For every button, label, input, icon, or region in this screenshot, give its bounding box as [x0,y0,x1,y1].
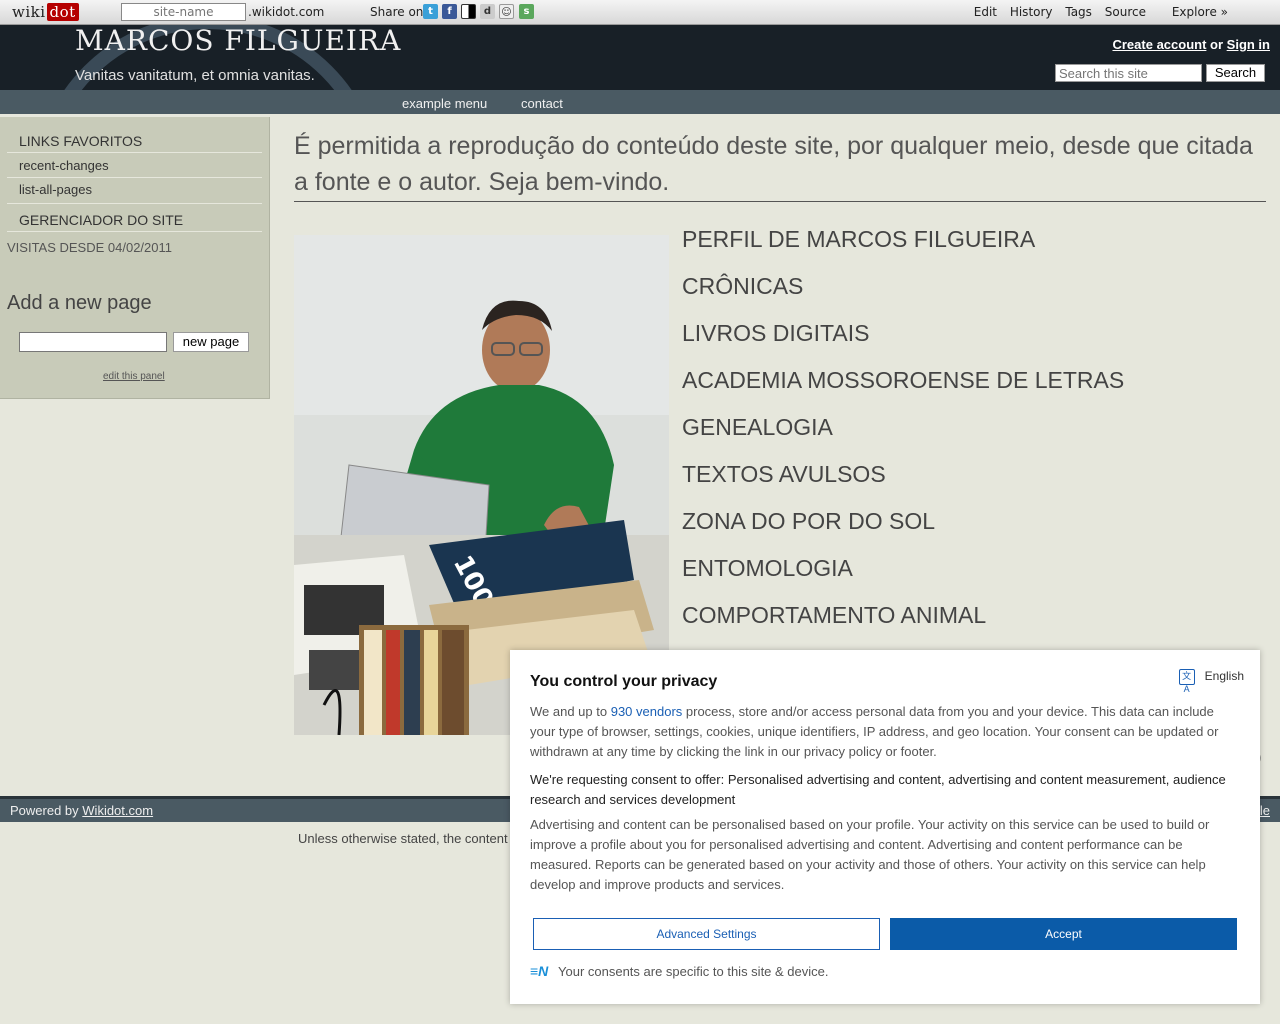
add-page-title: Add a new page [7,292,152,314]
site-subtitle: Vanitas vanitatum, et omnia vanitas. [75,67,315,84]
site-title[interactable]: MARCOS FILGUEIRA [75,25,401,57]
page-options-nav: Edit History Tags Source Explore » [965,5,1228,19]
top-menu: example menu contact [0,90,1280,114]
stumbleupon-icon[interactable]: s [519,4,534,19]
facebook-icon[interactable]: f [442,4,457,19]
vendors-link[interactable]: 930 vendors [611,704,683,719]
menu-item-perfil[interactable]: PERFIL DE MARCOS FILGUEIRA [682,226,1035,253]
accept-button[interactable]: Accept [890,918,1237,950]
links-heading[interactable]: LINKS FAVORITOS [19,133,142,149]
twitter-icon[interactable]: t [423,4,438,19]
menu-item-contact[interactable]: contact [521,96,563,111]
history-link[interactable]: History [1010,5,1053,19]
menu-item-comportamento-animal[interactable]: COMPORTAMENTO ANIMAL [682,602,986,629]
sidebar-item-list-all-pages[interactable]: list-all-pages [19,182,92,197]
license-text: Unless otherwise stated, the content o [298,831,519,846]
sign-in-link[interactable]: Sign in [1227,37,1270,52]
privacy-text: We and up to [530,704,611,719]
menu-item-cronicas[interactable]: CRÔNICAS [682,273,803,300]
menu-item-livros-digitais[interactable]: LIVROS DIGITAIS [682,320,869,347]
translate-icon: 文A [1178,669,1195,694]
explore-link[interactable]: Explore » [1172,5,1228,19]
divider [7,203,262,204]
powered-by-label: Powered by [10,803,79,818]
divider [7,152,262,153]
source-link[interactable]: Source [1105,5,1146,19]
divider [7,177,262,178]
menu-item-academia[interactable]: ACADEMIA MOSSOROENSE DE LETRAS [682,367,1124,394]
visit-counter-label: VISITAS DESDE 04/02/2011 [7,240,172,255]
search-input[interactable] [1055,64,1202,82]
search-button[interactable]: Search [1206,64,1265,82]
reddit-icon[interactable]: ☺ [499,4,514,19]
privacy-paragraph-purposes: We're requesting consent to offer: Perso… [530,772,1226,807]
new-page-name-input[interactable] [19,332,167,352]
language-selector[interactable]: 文A English [1178,669,1244,694]
site-header: MARCOS FILGUEIRA Vanitas vanitatum, et o… [0,25,1280,90]
menu-item-textos-avulsos[interactable]: TEXTOS AVULSOS [682,461,886,488]
delicious-icon[interactable] [461,4,476,19]
privacy-paragraph-details: Advertising and content can be personali… [530,817,1210,892]
intro-text: É permitida a reprodução do conteúdo des… [294,132,1253,196]
site-domain-suffix: .wikidot.com [248,5,325,19]
wikidot-logo[interactable]: wiki dot [12,3,79,21]
privacy-consent-dialog: You control your privacy 文A English We an… [510,650,1260,1004]
sidebar-item-recent-changes[interactable]: recent-changes [19,158,109,173]
logo-text: wiki [12,3,46,21]
language-label: English [1204,669,1244,684]
powered-by: Powered by Wikidot.com [10,803,153,818]
logo-dot-text: dot [46,3,79,21]
share-label: Share on [370,5,424,19]
side-bar: LINKS FAVORITOS recent-changes list-all-… [0,117,270,399]
menu-item-genealogia[interactable]: GENEALOGIA [682,414,833,441]
consent-footer: ≡N Your consents are specific to this sit… [530,963,829,979]
consent-footer-text: Your consents are specific to this site … [558,964,829,979]
tags-link[interactable]: Tags [1065,5,1092,19]
divider [7,231,262,232]
wikidot-link[interactable]: Wikidot.com [82,803,153,818]
advanced-settings-button[interactable]: Advanced Settings [533,918,880,950]
new-page-button[interactable]: new page [173,332,249,352]
intro-divider [294,201,1266,202]
privacy-title: You control your privacy [530,673,718,690]
wikidot-toolbar: wikidot .wikidot.com Share on t f d ☺ s … [0,0,1280,25]
privacy-paragraph-data: We and up to 930 vendors process, store … [530,702,1240,762]
site-name-input[interactable] [121,3,246,21]
digg-icon[interactable]: d [480,4,495,19]
edit-link[interactable]: Edit [974,5,997,19]
login-status: Create account or Sign in [1112,37,1270,52]
edit-panel-link[interactable]: edit this panel [103,371,165,382]
menu-item-zona-por-do-sol[interactable]: ZONA DO POR DO SOL [682,508,935,535]
sidebar-item-site-manager[interactable]: GERENCIADOR DO SITE [19,212,183,228]
consent-brand-icon: ≡N [530,963,549,979]
create-account-link[interactable]: Create account [1112,37,1206,52]
or-text: or [1210,37,1224,52]
menu-item-example[interactable]: example menu [402,96,487,111]
menu-item-entomologia[interactable]: ENTOMOLOGIA [682,555,853,582]
